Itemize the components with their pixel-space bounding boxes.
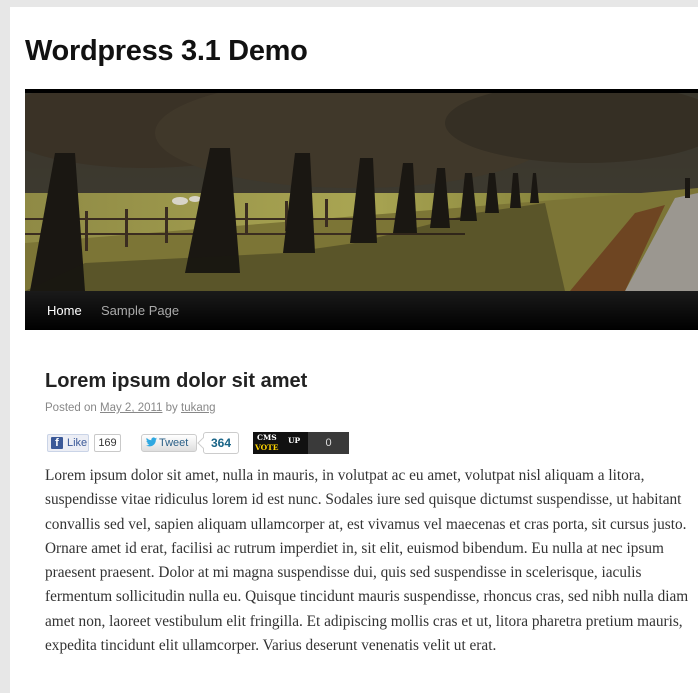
facebook-icon: f [51,437,63,449]
tweet-count: 364 [203,432,239,454]
nav-item-home[interactable]: Home [47,303,82,318]
up-label: UP [288,436,301,445]
header-image [25,89,698,291]
post-body: Lorem ipsum dolor sit amet, nulla in mau… [45,467,689,655]
vote-label: VOTE [255,443,279,452]
post-date-link[interactable]: May 2, 2011 [100,402,162,414]
post-meta: Posted on May 2, 2011 by tukang [45,402,216,414]
tweet-button[interactable]: Tweet [141,434,197,452]
nav-item-sample-page[interactable]: Sample Page [101,303,179,318]
facebook-like-count: 169 [94,434,121,452]
posted-on-label: Posted on [45,402,97,414]
cms-vote-count: 0 [308,432,349,454]
page: Wordpress 3.1 Demo Home Sample Page Lore… [10,7,698,693]
facebook-like-label: Like [67,437,88,449]
cms-vote-up-button[interactable]: CMS VOTE UP [253,432,308,454]
post-title[interactable]: Lorem ipsum dolor sit amet [45,370,307,393]
author-link[interactable]: tukang [181,402,216,414]
site-title[interactable]: Wordpress 3.1 Demo [25,35,308,68]
main-navigation: Home Sample Page [25,291,698,330]
cms-label: CMS [257,433,277,442]
by-label: by [165,402,178,414]
facebook-like-button[interactable]: f Like [47,434,89,452]
share-bar: f Like 169 Tweet 364 CMS VOTE UP 0 [47,432,349,454]
twitter-bird-icon [146,437,157,447]
tweet-label: Tweet [159,437,189,449]
